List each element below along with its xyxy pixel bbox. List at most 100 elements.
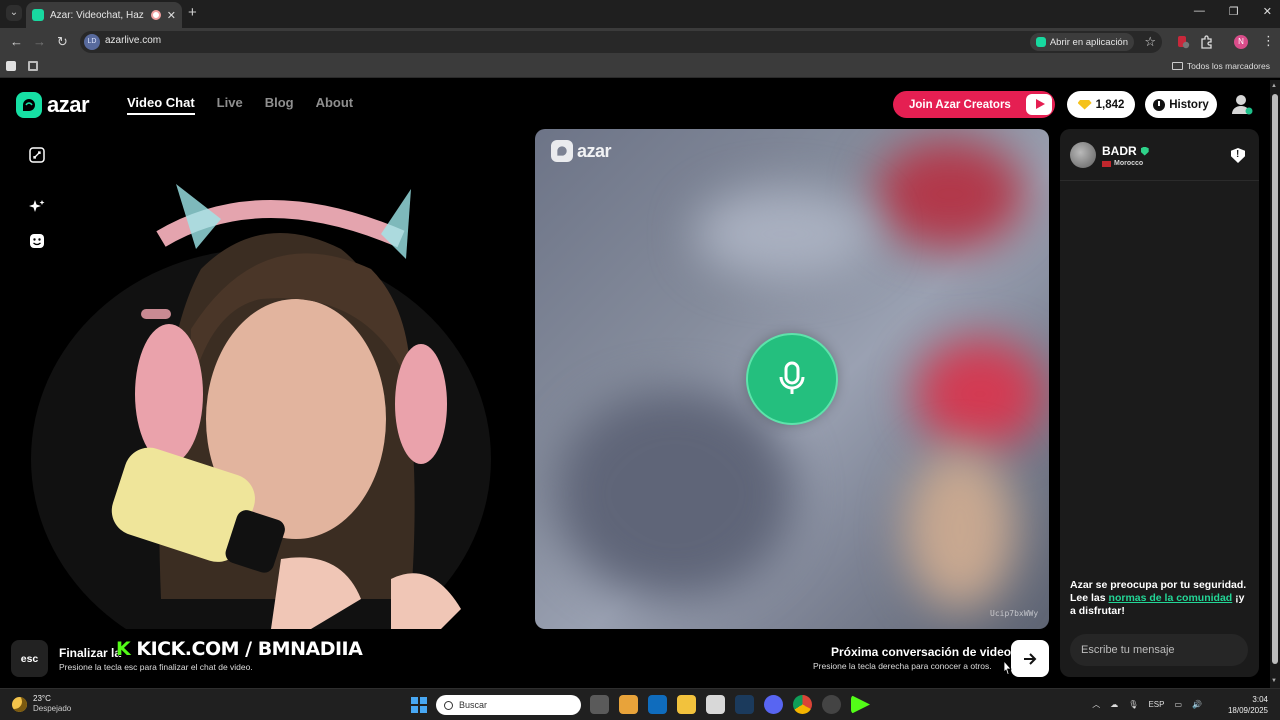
history-button[interactable]: History [1145,91,1217,118]
reload-icon[interactable]: ↻ [57,34,68,50]
network-icon[interactable]: ▭ [1174,700,1182,709]
peer-name: BADR [1102,144,1149,158]
browser-menu-icon[interactable]: ⋮ [1262,33,1275,49]
browser-tab[interactable]: Azar: Videochat, Haz nuevos amigos ✕ [26,2,182,28]
nav-about[interactable]: About [316,95,354,115]
peer-country: Morocco [1102,160,1143,167]
arrow-right-icon [1024,652,1037,665]
extensions-puzzle-icon[interactable] [1199,35,1213,49]
tab-search-chevron-icon[interactable]: ⌄ [6,5,22,21]
steam-icon[interactable] [735,695,754,714]
kick-logo-letter: K [116,638,131,660]
all-bookmarks-button[interactable]: Todos los marcadores [1171,61,1270,71]
bookmarks-bar: Todos los marcadores [0,56,1280,78]
window-controls: — ❐ ✕ [1194,5,1272,18]
azar-favicon-icon [32,9,44,21]
outlook-icon[interactable] [648,695,667,714]
store-icon[interactable] [619,695,638,714]
forward-arrow-icon[interactable]: → [33,34,46,49]
kick-app-icon[interactable] [851,695,870,714]
site-info-icon[interactable]: LD [84,34,100,50]
next-chat-hint: Presione la tecla derecha para conocer a… [813,661,992,671]
blurred-shape [555,389,795,599]
face-sticker-icon[interactable] [29,233,45,249]
azar-page: azar Video Chat Live Blog About Join Aza… [0,80,1270,688]
task-view-icon[interactable] [590,695,609,714]
end-chat-hint: Presione la tecla esc para finalizar el … [59,662,253,672]
join-label: Join Azar Creators [909,98,1011,111]
close-window-icon[interactable]: ✕ [1263,5,1272,18]
app-window-icon[interactable] [706,695,725,714]
microphone-button[interactable] [746,333,838,425]
next-chat-button[interactable] [1011,640,1049,677]
all-bookmarks-label: Todos los marcadores [1186,61,1270,71]
peer-avatar[interactable] [1070,142,1096,168]
discord-icon[interactable] [764,695,783,714]
safety-notice: Azar se preocupa por tu seguridad. Lee l… [1070,579,1250,618]
verified-shield-icon [1140,146,1149,156]
chrome-icon[interactable] [793,695,812,714]
effects-sparkle-icon[interactable] [29,199,45,215]
taskbar-clock[interactable]: 3:04 18/09/2025 [1228,694,1268,716]
gems-count: 1,842 [1095,98,1125,111]
page-scrollbar[interactable]: ▲ ▼ [1270,80,1280,688]
next-chat-title: Próxima conversación de video [831,645,1012,659]
azar-logo-icon [16,92,42,118]
tab-close-icon[interactable]: ✕ [167,9,176,22]
nav-blog[interactable]: Blog [265,95,294,115]
tray-chevron-icon[interactable]: ︿ [1092,699,1100,710]
blurred-shape [915,339,1045,449]
tab-title: Azar: Videochat, Haz nuevos amigos [50,9,145,21]
profile-avatar[interactable]: N [1234,35,1248,49]
scroll-up-icon[interactable]: ▲ [1271,83,1277,89]
fullscreen-exit-icon[interactable] [29,147,45,163]
start-windows-icon[interactable] [411,697,427,713]
chat-panel: BADR Morocco Azar se preocupa por tu seg… [1060,129,1259,677]
open-in-app-button[interactable]: Abrir en aplicación [1029,33,1134,51]
address-bar[interactable]: LD azarlive.com Abrir en aplicación ☆ [80,31,1162,53]
end-chat-esc-button[interactable]: esc [11,640,48,677]
url-text[interactable]: azarlive.com [105,35,161,46]
back-arrow-icon[interactable]: ← [10,34,23,49]
community-rules-link[interactable]: normas de la comunidad [1109,592,1233,604]
nav-video-chat[interactable]: Video Chat [127,95,195,115]
new-tab-icon[interactable]: + [188,4,197,21]
blurred-shape [875,139,1025,249]
end-chat-title: Finalizar la [59,646,122,660]
user-profile-icon[interactable] [1230,92,1254,116]
report-shield-icon[interactable] [1231,148,1245,163]
azar-logo[interactable]: azar [16,92,90,118]
chat-message-input[interactable] [1070,634,1248,666]
taskbar-search[interactable]: Buscar [436,695,581,715]
nav-live[interactable]: Live [217,95,243,115]
history-label: History [1169,98,1209,111]
file-explorer-icon[interactable] [677,695,696,714]
bookmark-page-icon[interactable] [6,61,16,71]
peer-country-text: Morocco [1114,160,1144,167]
local-camera-feed [31,184,491,629]
scroll-down-icon[interactable]: ▼ [1271,678,1277,684]
recording-icon [150,10,161,20]
chat-header: BADR Morocco [1060,129,1259,181]
minimize-icon[interactable]: — [1194,5,1205,18]
tray-microphone-icon[interactable]: 🎙 [1128,700,1138,709]
maximize-icon[interactable]: ❐ [1229,5,1239,18]
scroll-thumb[interactable] [1272,94,1278,664]
input-language[interactable]: ESP [1148,700,1164,709]
weather-widget[interactable]: 23°C Despejado [12,694,71,714]
volume-icon[interactable]: 🔊 [1192,700,1202,709]
bookmark-star-icon[interactable]: ☆ [1144,34,1156,50]
remote-azar-watermark: azar [551,140,612,162]
gems-button[interactable]: 1,842 [1067,91,1135,118]
weather-desc: Despejado [33,704,72,713]
taskbar-search-label: Buscar [459,700,488,710]
extension-red-icon[interactable] [1176,35,1190,49]
browser-tab-bar: ⌄ Azar: Videochat, Haz nuevos amigos ✕ +… [0,0,1280,28]
browser-toolbar: ← → ↻ LD azarlive.com Abrir en aplicació… [0,28,1280,56]
obs-icon[interactable] [822,695,841,714]
session-id-watermark: Ucip7bxWWy [990,609,1039,618]
onedrive-cloud-icon[interactable]: ☁ [1110,700,1118,709]
azar-app-icon [1035,37,1046,47]
join-azar-creators-button[interactable]: Join Azar Creators [893,91,1055,118]
apps-grid-icon[interactable] [28,61,38,71]
